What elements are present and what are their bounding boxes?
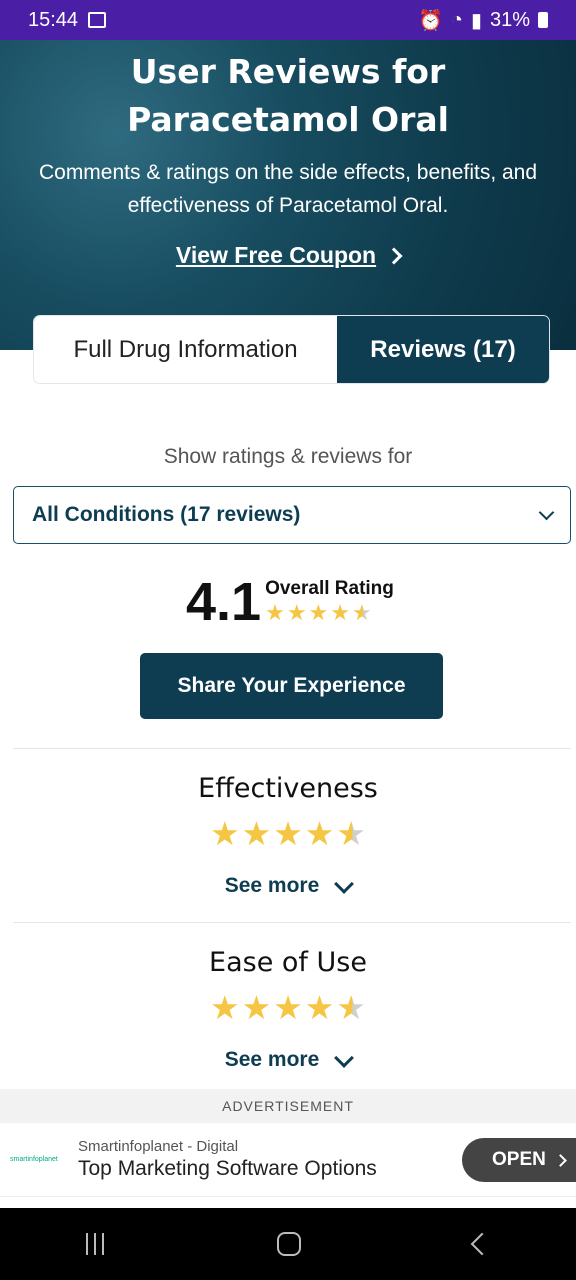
gallery-icon	[88, 12, 107, 28]
chevron-right-icon	[385, 247, 403, 264]
status-time: 15:44	[28, 8, 79, 31]
back-icon[interactable]	[470, 1232, 493, 1256]
ad-open-button[interactable]: OPEN	[462, 1138, 576, 1182]
ease-of-use-section: Ease of Use ★ ★ ★ ★ ★ See more	[0, 947, 576, 1072]
tab-full-drug-information[interactable]: Full Drug Information	[34, 316, 337, 383]
half-star-icon: ★	[352, 600, 372, 625]
overall-rating: 4.1 Overall Rating ★ ★ ★ ★ ★	[186, 572, 394, 632]
chevron-down-icon	[334, 873, 355, 894]
overall-stars: ★ ★ ★ ★ ★	[265, 600, 394, 626]
recent-apps-icon[interactable]	[86, 1233, 105, 1255]
share-experience-button[interactable]: Share Your Experience	[140, 653, 443, 719]
ad-brand: Smartinfoplanet - Digital	[78, 1138, 239, 1155]
section-title: Effectiveness	[198, 773, 378, 804]
battery-percent: 31%	[489, 8, 530, 31]
star-icon: ★	[210, 815, 240, 852]
filter-label: Show ratings & reviews for	[163, 445, 413, 468]
drug-tabs: Full Drug Information Reviews (17)	[34, 316, 549, 383]
condition-select[interactable]: All Conditions (17 reviews)	[13, 486, 571, 544]
see-more-effectiveness[interactable]: See more	[224, 873, 355, 898]
star-icon: ★	[330, 600, 351, 625]
half-star-icon: ★	[336, 989, 366, 1026]
ad-open-label: OPEN	[492, 1149, 546, 1170]
effectiveness-section: Effectiveness ★ ★ ★ ★ ★ See more	[0, 773, 576, 898]
chevron-right-icon	[553, 1153, 567, 1167]
hero-banner: User Reviews for Paracetamol Oral Commen…	[0, 40, 576, 350]
star-icon: ★	[210, 989, 240, 1026]
star-icon: ★	[286, 600, 307, 625]
status-bar: 15:44 ⏰ ◔ ▮ 31%	[0, 0, 576, 40]
effectiveness-stars: ★ ★ ★ ★ ★	[0, 814, 576, 854]
chevron-down-icon	[334, 1047, 355, 1068]
ease-of-use-stars: ★ ★ ★ ★ ★	[0, 988, 576, 1028]
star-icon: ★	[304, 815, 335, 852]
alarm-icon: ⏰	[417, 9, 443, 32]
tab-reviews[interactable]: Reviews (17)	[337, 316, 549, 383]
ad-logo: smartinfoplanet	[10, 1156, 58, 1163]
see-more-ease-of-use[interactable]: See more	[224, 1047, 355, 1072]
advertisement-label: ADVERTISEMENT	[0, 1089, 576, 1123]
star-icon: ★	[273, 989, 303, 1026]
battery-icon	[538, 12, 548, 28]
see-more-label: See more	[224, 874, 320, 897]
condition-select-value: All Conditions (17 reviews)	[32, 503, 301, 526]
section-title: Ease of Use	[209, 947, 367, 978]
star-icon: ★	[304, 989, 335, 1026]
signal-icon: ▮	[470, 9, 482, 32]
home-icon[interactable]	[276, 1232, 301, 1256]
divider	[13, 922, 571, 923]
ad-banner[interactable]: smartinfoplanet Smartinfoplanet - Digita…	[0, 1123, 576, 1197]
system-nav-bar	[0, 1208, 576, 1280]
chevron-down-icon	[538, 504, 555, 521]
page-subtitle: Comments & ratings on the side effects, …	[38, 161, 538, 217]
page-title: User Reviews for Paracetamol Oral	[127, 52, 449, 139]
overall-rating-score: 4.1	[186, 572, 262, 632]
star-icon: ★	[265, 600, 285, 625]
star-icon: ★	[308, 600, 329, 625]
divider	[13, 748, 571, 749]
coupon-link-label: View Free Coupon	[175, 242, 377, 268]
wifi-icon: ◔	[450, 8, 463, 31]
star-icon: ★	[241, 815, 272, 852]
view-coupon-link[interactable]: View Free Coupon	[175, 242, 403, 269]
half-star-icon: ★	[336, 815, 366, 852]
ad-title: Top Marketing Software Options	[78, 1157, 377, 1180]
see-more-label: See more	[224, 1048, 320, 1071]
overall-rating-label: Overall Rating	[265, 578, 394, 599]
star-icon: ★	[273, 815, 303, 852]
star-icon: ★	[241, 989, 272, 1026]
